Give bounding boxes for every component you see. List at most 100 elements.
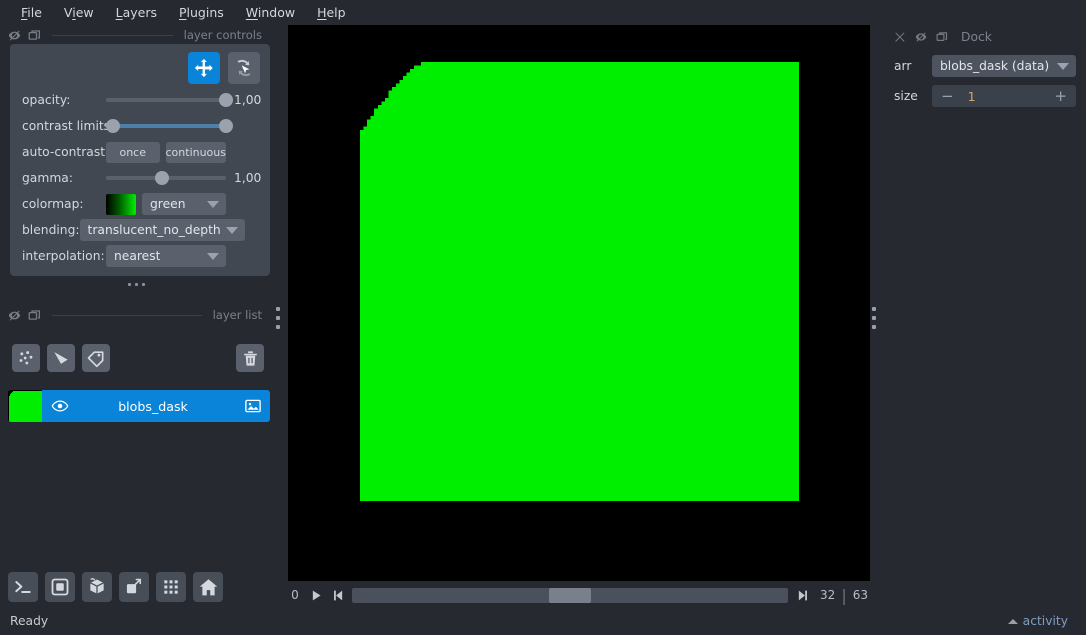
menubar: File View Layers Plugins Window Help	[0, 0, 1086, 24]
skip-forward-icon	[798, 590, 807, 600]
move-arrows-icon	[194, 58, 213, 78]
size-label: size	[894, 89, 918, 103]
menu-item-plugins[interactable]: Plugins	[168, 2, 235, 23]
contrast-limits-row: contrast limits:	[20, 114, 260, 138]
dimension-slider-track[interactable]	[352, 587, 789, 603]
interpolation-row: interpolation: nearest	[20, 244, 260, 268]
grid-view-button[interactable]	[156, 572, 186, 602]
colormap-swatch	[106, 193, 136, 215]
interpolation-combobox[interactable]: nearest	[106, 245, 226, 267]
colormap-value: green	[150, 197, 186, 211]
reset-view-button[interactable]	[193, 572, 223, 602]
size-decrement-button[interactable]: −	[941, 88, 954, 104]
splitter-dot	[127, 282, 131, 286]
viewer-canvas[interactable]	[288, 25, 870, 581]
auto-contrast-label: auto-contrast:	[22, 145, 110, 159]
close-icon[interactable]	[894, 31, 906, 43]
viewer-buttons-toolbar	[8, 572, 223, 602]
layer-list-toolbar	[8, 326, 270, 390]
contrast-limits-slider[interactable]	[106, 116, 233, 136]
activity-toggle[interactable]: activity	[1007, 614, 1086, 628]
eye-slash-icon[interactable]	[8, 309, 21, 322]
last-frame-button[interactable]	[794, 586, 810, 604]
size-spinbox[interactable]: − 1 +	[932, 85, 1076, 107]
dimension-max-value: 63	[852, 588, 868, 602]
new-labels-button[interactable]	[82, 344, 110, 372]
colormap-combobox[interactable]: green	[142, 193, 226, 215]
arr-combobox[interactable]: blobs_dask (data)	[932, 55, 1076, 77]
activity-label: activity	[1022, 614, 1068, 628]
chevron-down-icon	[207, 201, 219, 208]
play-button[interactable]	[308, 586, 324, 604]
menu-item-help[interactable]: Help	[306, 2, 357, 23]
arr-value: blobs_dask (data)	[940, 59, 1050, 73]
left-vertical-splitter-handle[interactable]	[272, 300, 284, 336]
contrast-limits-label: contrast limits:	[22, 119, 115, 133]
layer-thumbnail-canvas	[8, 390, 42, 422]
dock-title-bar: Dock	[884, 25, 1086, 49]
size-increment-button[interactable]: +	[1054, 88, 1067, 104]
eye-slash-icon[interactable]	[915, 31, 927, 43]
auto-contrast-continuous-button[interactable]: continuous	[165, 141, 226, 163]
delete-layer-button[interactable]	[236, 344, 264, 372]
splitter-dot	[141, 282, 145, 286]
trash-icon	[243, 350, 257, 366]
labels-tag-icon	[87, 351, 104, 368]
splitter-dot	[872, 325, 876, 329]
home-icon	[199, 578, 217, 595]
float-icon[interactable]	[936, 31, 948, 43]
roll-dims-button[interactable]	[119, 572, 149, 602]
dimension-axis-label: 0	[291, 588, 299, 602]
status-message: Ready	[10, 614, 49, 628]
transform-tool-button[interactable]	[228, 52, 260, 84]
size-value[interactable]: 1	[954, 89, 1055, 104]
blending-row: blending: translucent_no_depth	[20, 218, 260, 242]
gamma-slider[interactable]	[106, 168, 226, 188]
napari-viewer-window: File View Layers Plugins Window Help lay…	[0, 0, 1086, 635]
console-button[interactable]	[8, 572, 38, 602]
menu-item-view[interactable]: View	[53, 2, 105, 23]
left-dock-column: layer controls opacity: 1,00 contrast li…	[0, 24, 272, 604]
first-frame-button[interactable]	[330, 586, 346, 604]
contrast-limits-high-knob[interactable]	[219, 119, 233, 133]
splitter-dot	[276, 316, 280, 320]
ndisplay-3d-button[interactable]	[82, 572, 112, 602]
new-shapes-button[interactable]	[47, 344, 75, 372]
menu-item-layers[interactable]: Layers	[105, 2, 168, 23]
opacity-knob[interactable]	[219, 93, 233, 107]
layer-controls-header: layer controls	[0, 24, 272, 46]
gamma-knob[interactable]	[155, 171, 170, 185]
float-icon[interactable]	[28, 309, 41, 322]
chevron-down-icon	[225, 227, 238, 234]
dimension-slider-handle[interactable]	[549, 587, 591, 603]
menu-item-file[interactable]: File	[10, 2, 53, 23]
layer-visibility-toggle[interactable]	[42, 397, 78, 415]
splitter-dot	[872, 316, 876, 320]
layer-list-item-blobs-dask[interactable]: blobs_dask	[8, 390, 270, 422]
layer-tool-row	[20, 52, 260, 86]
chevron-up-icon	[1007, 618, 1018, 624]
header-rule	[52, 34, 173, 36]
points-icon	[19, 351, 33, 365]
menu-item-window[interactable]: Window	[235, 2, 306, 23]
play-icon	[312, 590, 321, 600]
auto-contrast-once-button[interactable]: once	[106, 141, 160, 163]
gamma-label: gamma:	[22, 171, 73, 185]
blending-combobox[interactable]: translucent_no_depth	[79, 219, 245, 241]
eye-slash-icon[interactable]	[8, 29, 21, 42]
horizontal-splitter-handle[interactable]	[0, 277, 272, 291]
right-vertical-splitter-handle[interactable]	[868, 300, 880, 336]
layer-type-icon-wrap	[236, 397, 270, 415]
contrast-limits-low-knob[interactable]	[106, 119, 120, 133]
new-points-button[interactable]	[12, 344, 40, 372]
pan-zoom-tool-button[interactable]	[188, 52, 220, 84]
splitter-dot	[134, 282, 138, 286]
opacity-slider[interactable]	[106, 90, 233, 110]
dimension-slider-bar: 0 32 | 63	[288, 583, 870, 607]
transform-cursor-icon	[237, 59, 251, 77]
image-layer-canvas	[349, 51, 810, 512]
image-layer-icon	[245, 399, 261, 413]
roll-dimensions-icon	[126, 578, 142, 594]
ndisplay-2d-button[interactable]	[45, 572, 75, 602]
float-icon[interactable]	[28, 29, 41, 42]
